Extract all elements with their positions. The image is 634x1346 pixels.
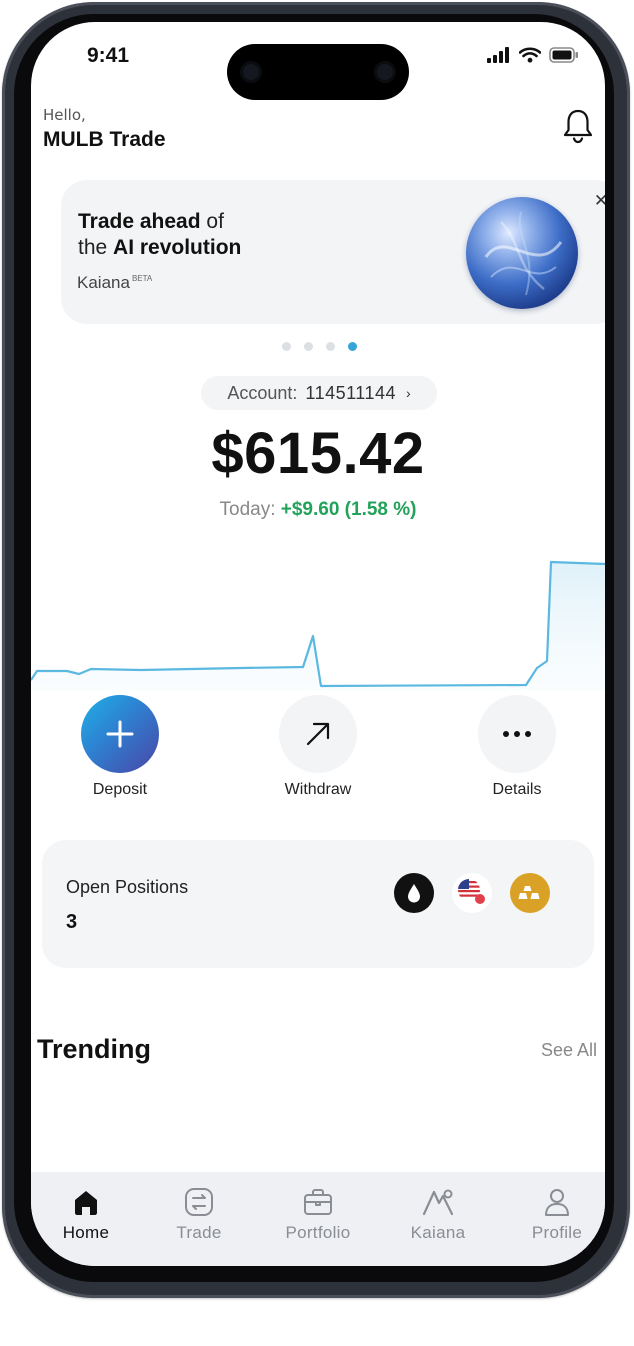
open-positions-count: 3 <box>66 911 78 933</box>
close-icon[interactable]: ✕ <box>593 193 605 210</box>
account-selector[interactable]: Account: 114511144 › <box>201 376 437 410</box>
bottom-tab-bar: Home Trade Portfolio Kaiana Profile <box>31 1172 605 1266</box>
details-action[interactable]: Details <box>467 695 567 799</box>
carousel-dot[interactable] <box>326 342 335 351</box>
withdraw-action[interactable]: Withdraw <box>268 695 368 799</box>
trade-icon <box>185 1188 213 1216</box>
ai-globe-image <box>466 197 578 309</box>
sensor-icon <box>240 61 262 83</box>
chevron-right-icon: › <box>405 385 411 401</box>
status-time: 9:41 <box>87 44 130 67</box>
deposit-label: Deposit <box>92 781 148 798</box>
carousel-dot[interactable] <box>282 342 291 351</box>
today-change: Today: +$9.60 (1.58 %) <box>219 499 417 520</box>
carousel-indicator <box>282 342 357 351</box>
promo-banner[interactable]: Trade ahead of the AI revolution Kaiana B… <box>61 180 605 324</box>
signal-icon <box>487 47 509 63</box>
today-change-value: +$9.60 (1.58 %) <box>280 499 417 520</box>
username: MULB Trade <box>43 128 166 151</box>
open-positions-title: Open Positions <box>66 877 189 897</box>
promo-headline-line1: Trade ahead of <box>78 210 224 233</box>
account-number: 114511144 <box>305 382 396 403</box>
profile-icon <box>545 1189 569 1216</box>
promo-brand: Kaiana BETA <box>77 273 153 292</box>
arrow-up-right-icon <box>306 722 330 746</box>
camera-icon <box>374 61 396 83</box>
oil-icon <box>394 873 434 913</box>
deposit-button[interactable] <box>81 695 159 773</box>
details-button[interactable] <box>478 695 556 773</box>
deposit-action[interactable]: Deposit <box>70 695 170 799</box>
trending-title: Trending <box>37 1034 151 1064</box>
dynamic-island <box>227 44 409 100</box>
see-all-link[interactable]: See All <box>541 1040 597 1061</box>
battery-icon <box>549 47 578 63</box>
carousel-dot[interactable] <box>304 342 313 351</box>
more-icon <box>503 731 531 737</box>
chart-line <box>31 560 605 688</box>
briefcase-icon <box>304 1189 332 1215</box>
status-icons <box>487 47 579 63</box>
gold-bars-icon <box>510 873 550 913</box>
plus-icon <box>106 720 134 748</box>
home-icon <box>75 1191 97 1215</box>
balance-chart <box>31 560 605 690</box>
open-positions-card[interactable]: Open Positions 3 <box>42 840 594 968</box>
withdraw-label: Withdraw <box>284 781 352 798</box>
account-balance: $615.42 <box>211 421 425 486</box>
app-screen: 9:41 Hello, MULB Trade Trade ahead of th… <box>31 22 605 1266</box>
carousel-dot-active[interactable] <box>348 342 357 351</box>
kaiana-icon <box>422 1189 454 1216</box>
greeting: Hello, <box>43 106 86 124</box>
us-flag-icon <box>452 873 492 913</box>
details-label: Details <box>492 781 542 798</box>
account-label: Account: <box>227 382 298 403</box>
notification-bell-icon[interactable] <box>561 108 595 144</box>
wifi-icon <box>519 47 541 63</box>
promo-headline-line2: the AI revolution <box>78 236 242 259</box>
withdraw-button[interactable] <box>279 695 357 773</box>
